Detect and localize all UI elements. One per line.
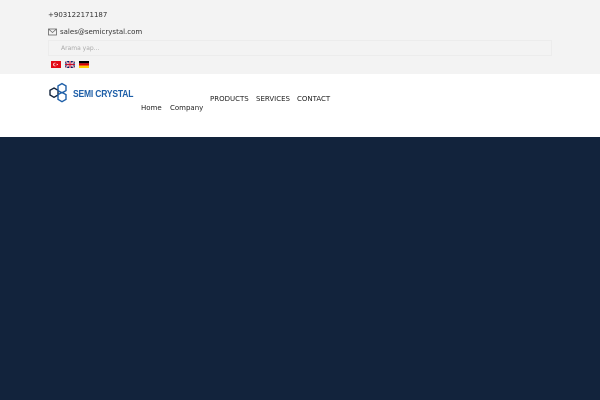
topbar: +903122171187 sales@semicrystal.com — [0, 0, 600, 74]
hexagon-logo-icon — [49, 82, 67, 103]
nav-home[interactable]: Home — [141, 104, 162, 112]
envelope-icon — [48, 28, 57, 36]
hero-banner — [0, 137, 600, 400]
logo[interactable]: SEMI CRYSTAL — [48, 82, 144, 106]
search-input[interactable] — [61, 44, 261, 52]
email-row[interactable]: sales@semicrystal.com — [48, 27, 142, 37]
nav-company[interactable]: Company — [170, 104, 203, 112]
email-address[interactable]: sales@semicrystal.com — [60, 28, 142, 36]
language-switcher — [51, 61, 89, 68]
search-box[interactable] — [48, 40, 552, 56]
germany-flag-icon[interactable] — [79, 61, 89, 68]
nav-services[interactable]: SERVICES — [256, 95, 290, 103]
nav-contact[interactable]: CONTACT — [297, 95, 330, 103]
phone-number[interactable]: +903122171187 — [48, 11, 107, 19]
logo-text: SEMI CRYSTAL — [73, 88, 134, 100]
site-header: SEMI CRYSTAL Home Company PRODUCTS SERVI… — [0, 74, 600, 137]
turkey-flag-icon[interactable] — [51, 61, 61, 68]
nav-products[interactable]: PRODUCTS — [210, 95, 249, 103]
uk-flag-icon[interactable] — [65, 61, 75, 68]
